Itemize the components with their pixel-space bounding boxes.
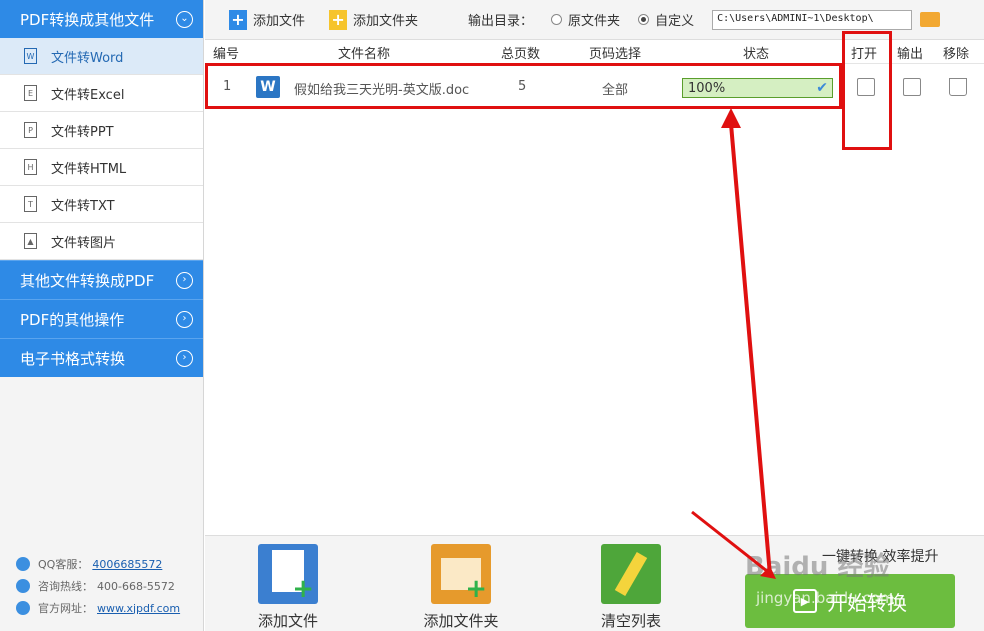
col-status: 状态	[743, 46, 770, 62]
sidebar-item-label: 文件转Word	[51, 50, 124, 66]
output-path-field[interactable]: C:\Users\ADMINI~1\Desktop\	[712, 9, 913, 30]
image-file-icon: ▲	[24, 233, 37, 249]
sidebar-section-label: 其他文件转换成PDF	[20, 271, 155, 290]
word-file-icon: W	[24, 48, 37, 64]
arrow-line-up	[729, 123, 772, 576]
chevron-right-icon: ›	[176, 349, 193, 367]
qq-icon	[16, 557, 30, 571]
chevron-down-icon: ⌄	[176, 10, 193, 28]
folder-browse-icon[interactable]	[920, 12, 941, 27]
add-folder-label: 添加文件夹	[353, 14, 419, 29]
sidebar-item-txt[interactable]: T 文件转TXT	[0, 186, 203, 223]
txt-file-icon: T	[24, 196, 37, 212]
add-folder-icon: +	[329, 9, 348, 30]
col-pages: 总页数	[501, 46, 541, 62]
site-label: 官方网址：	[38, 602, 93, 615]
baidu-watermark: Baidu 经验	[745, 552, 890, 582]
col-range: 页码选择	[589, 46, 642, 62]
add-file-button[interactable]: + 添加文件	[229, 9, 306, 30]
sidebar-item-label: 文件转HTML	[51, 161, 127, 177]
bottom-add-folder-button[interactable]: + 添加文件夹	[406, 544, 516, 631]
sidebar-item-label: 文件转TXT	[51, 198, 115, 214]
bottom-add-file-button[interactable]: + 添加文件	[233, 544, 343, 631]
sidebar-item-label: 文件转图片	[51, 235, 117, 251]
sidebar-item-word[interactable]: W 文件转Word	[0, 38, 203, 75]
add-file-label: 添加文件	[253, 14, 306, 29]
broom-icon	[601, 544, 661, 604]
hotline-value: 400-668-5572	[97, 579, 175, 593]
sidebar-header-label: PDF转换成其他文件	[20, 10, 155, 29]
baidu-watermark-url: jingyan.baidu.com	[756, 589, 895, 607]
add-document-icon: +	[258, 544, 318, 604]
clear-list-button[interactable]: 清空列表	[576, 544, 686, 631]
highlight-row-box	[205, 63, 842, 109]
radio-original-folder[interactable]	[551, 14, 563, 25]
sidebar-section-label: 电子书格式转换	[20, 349, 126, 368]
sidebar-footer: QQ客服： 4006685572 咨询热线： 400-668-5572 官方网址…	[16, 553, 180, 619]
bottom-add-file-label: 添加文件	[257, 612, 318, 630]
highlight-open-box	[842, 31, 892, 150]
sidebar-item-excel[interactable]: E 文件转Excel	[0, 75, 203, 112]
trash-icon[interactable]	[949, 78, 967, 96]
qq-link[interactable]: 4006685572	[92, 558, 162, 571]
radio-custom[interactable]	[638, 14, 650, 25]
add-file-icon: +	[229, 9, 247, 30]
sidebar-section-other-to-pdf[interactable]: 其他文件转换成PDF ›	[0, 260, 203, 299]
col-remove: 移除	[943, 46, 970, 62]
sidebar-section-pdf-operations[interactable]: PDF的其他操作 ›	[0, 299, 203, 338]
sidebar-section-ebook[interactable]: 电子书格式转换 ›	[0, 338, 203, 377]
html-file-icon: H	[24, 159, 37, 175]
sidebar-item-label: 文件转Excel	[51, 87, 125, 103]
phone-icon	[16, 579, 30, 593]
add-folder-button[interactable]: + 添加文件夹	[329, 9, 419, 30]
radio-original-label: 原文件夹	[568, 14, 621, 29]
col-output: 输出	[897, 46, 924, 62]
excel-file-icon: E	[24, 85, 37, 101]
export-icon[interactable]	[903, 78, 921, 96]
sidebar-item-ppt[interactable]: P 文件转PPT	[0, 112, 203, 149]
add-folder-icon: +	[431, 544, 491, 604]
clear-list-label: 清空列表	[600, 612, 661, 630]
radio-custom-label: 自定义	[655, 14, 695, 29]
output-dir-label: 输出目录：	[468, 14, 534, 29]
ppt-file-icon: P	[24, 122, 37, 138]
sidebar-item-label: 文件转PPT	[51, 124, 114, 140]
col-name: 文件名称	[338, 46, 391, 62]
col-no: 编号	[213, 46, 240, 62]
sidebar-item-image[interactable]: ▲ 文件转图片	[0, 223, 203, 260]
sidebar-section-label: PDF的其他操作	[20, 310, 125, 329]
chevron-right-icon: ›	[176, 310, 193, 328]
ie-icon	[16, 601, 30, 615]
chevron-right-icon: ›	[176, 271, 193, 289]
sidebar-item-html[interactable]: H 文件转HTML	[0, 149, 203, 186]
bottom-add-folder-label: 添加文件夹	[423, 612, 499, 630]
qq-label: QQ客服：	[38, 558, 89, 571]
sidebar: PDF转换成其他文件 ⌄ W 文件转Word E 文件转Excel P 文件转P…	[0, 0, 204, 631]
site-link[interactable]: www.xjpdf.com	[97, 602, 180, 615]
sidebar-header-pdf-to-other[interactable]: PDF转换成其他文件 ⌄	[0, 0, 203, 38]
hotline-label: 咨询热线：	[38, 580, 93, 593]
